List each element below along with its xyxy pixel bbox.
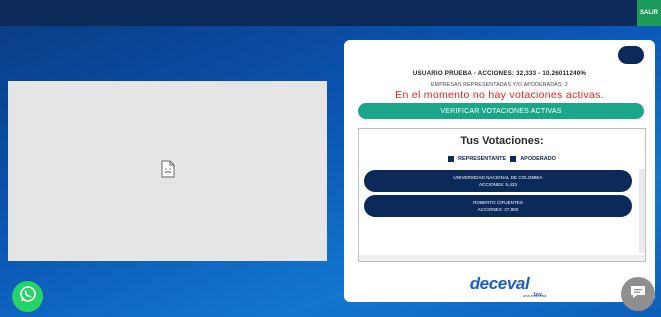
vertical-scrollbar[interactable] bbox=[639, 169, 645, 253]
entity-name: UNIVERSIDAD NACIONAL DE COLOMBIA bbox=[453, 175, 543, 180]
horizontal-scrollbar[interactable] bbox=[359, 255, 645, 261]
chat-icon bbox=[629, 284, 647, 305]
menu-toggle-button[interactable] bbox=[618, 46, 644, 64]
user-summary: USUARIO PRUEBA - ACCIONES: 32,333 - 10.2… bbox=[412, 70, 587, 77]
chat-button[interactable] bbox=[621, 277, 655, 311]
votes-title: Tus Votaciones: bbox=[460, 135, 544, 147]
broken-image-icon bbox=[161, 160, 175, 183]
voting-panel: USUARIO PRUEBA - ACCIONES: 32,333 - 10.2… bbox=[344, 40, 655, 302]
video-placeholder bbox=[8, 81, 327, 261]
entity-item[interactable]: ROBERTO CIFUENTES ACCIONES: 27,900 bbox=[364, 195, 632, 217]
whatsapp-button[interactable] bbox=[12, 281, 43, 312]
logo-bvc: bvc bbox=[534, 292, 543, 298]
votes-box: Tus Votaciones: REPRESENTANTE APODERADO … bbox=[358, 128, 646, 262]
companies-count: EMPRESAS REPRESENTADAS Y/O APODERADAS: 2 bbox=[431, 82, 568, 88]
status-message: En el momento no hay votaciones activas. bbox=[395, 89, 604, 101]
legend-label-representative: REPRESENTANTE bbox=[458, 156, 507, 162]
legend-swatch-proxy bbox=[510, 156, 517, 162]
deceval-logo: deceval bbox=[469, 274, 530, 293]
whatsapp-icon bbox=[19, 285, 37, 308]
legend-label-proxy: APODERADO bbox=[520, 156, 556, 162]
exit-button[interactable]: SALIR bbox=[637, 0, 661, 26]
verify-votes-button[interactable]: VERIFICAR VOTACIONES ACTIVAS bbox=[358, 103, 644, 119]
entity-shares: ACCIONES: 27,900 bbox=[477, 207, 519, 212]
entity-item[interactable]: UNIVERSIDAD NACIONAL DE COLOMBIA ACCIONE… bbox=[364, 170, 632, 192]
legend: REPRESENTANTE APODERADO bbox=[359, 156, 645, 162]
entity-shares: ACCIONES: 5,433 bbox=[478, 182, 518, 187]
legend-swatch-representative bbox=[448, 156, 455, 162]
top-bar bbox=[0, 0, 661, 26]
entity-name: ROBERTO CIFUENTES bbox=[473, 200, 523, 205]
